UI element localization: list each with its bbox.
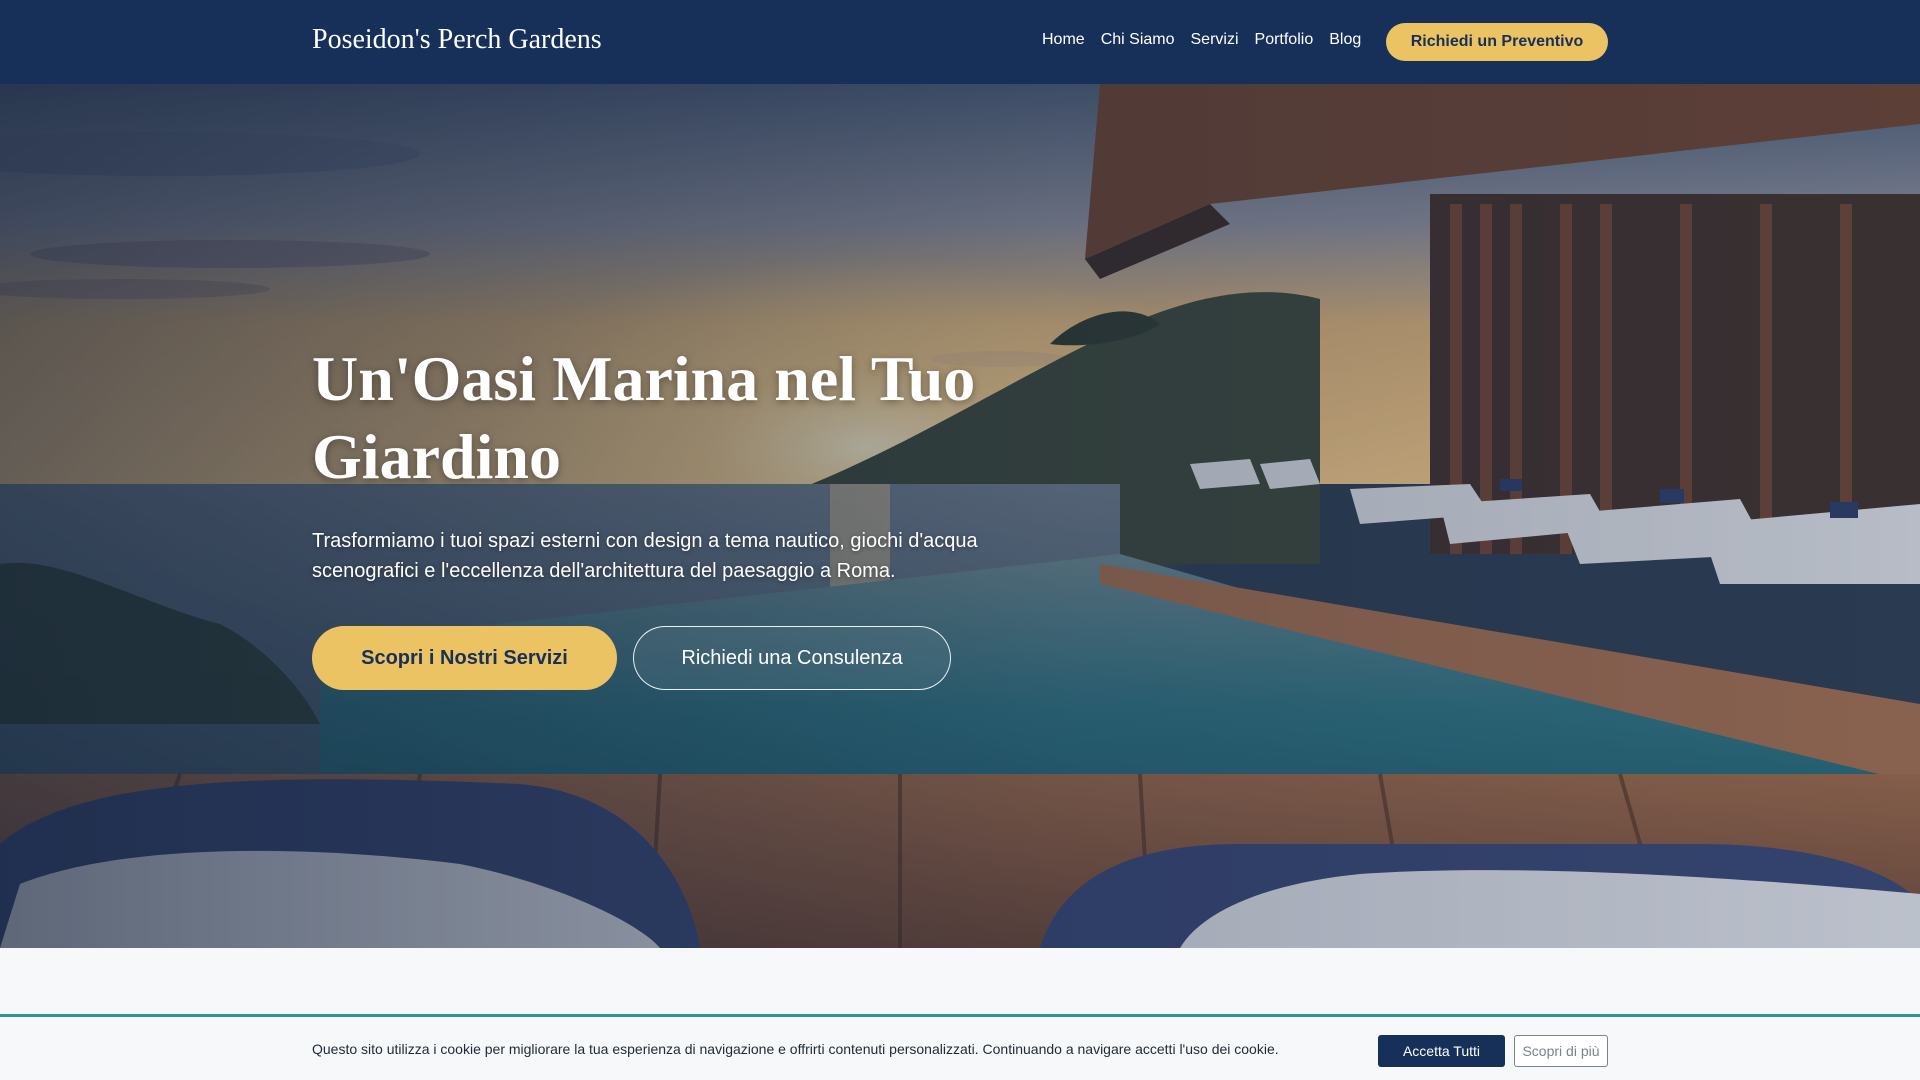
- cookie-banner: Questo sito utilizza i cookie per miglio…: [0, 1014, 1920, 1080]
- main-nav: Home Chi Siamo Servizi Portfolio Blog: [1042, 31, 1361, 49]
- nav-blog[interactable]: Blog: [1329, 31, 1361, 49]
- hero-title-line2: Giardino: [312, 421, 561, 492]
- hero-subtitle: Trasformiamo i tuoi spazi esterni con de…: [312, 526, 1012, 586]
- hero-content: Un'Oasi Marina nel Tuo Giardino Trasform…: [312, 340, 1052, 690]
- hero-subtitle-line1: Trasformiamo i tuoi spazi esterni con de…: [312, 530, 978, 552]
- nav-portfolio[interactable]: Portfolio: [1255, 31, 1314, 49]
- hero-title-line1: Un'Oasi Marina nel Tuo: [312, 343, 976, 414]
- discover-services-button[interactable]: Scopri i Nostri Servizi: [312, 626, 617, 690]
- nav-chi-siamo[interactable]: Chi Siamo: [1101, 31, 1175, 49]
- request-consultation-button[interactable]: Richiedi una Consulenza: [633, 626, 951, 690]
- brand-logo[interactable]: Poseidon's Perch Gardens: [312, 24, 602, 56]
- hero-actions: Scopri i Nostri Servizi Richiedi una Con…: [312, 626, 1052, 690]
- hero-subtitle-line2: scenografici e l'eccellenza dell'archite…: [312, 560, 896, 582]
- hero-section: Un'Oasi Marina nel Tuo Giardino Trasform…: [0, 84, 1920, 948]
- site-header: Poseidon's Perch Gardens Home Chi Siamo …: [0, 0, 1920, 84]
- request-quote-button[interactable]: Richiedi un Preventivo: [1386, 23, 1608, 61]
- nav-servizi[interactable]: Servizi: [1191, 31, 1239, 49]
- cookie-message: Questo sito utilizza i cookie per miglio…: [312, 1041, 1279, 1057]
- cookie-accept-button[interactable]: Accetta Tutti: [1378, 1035, 1505, 1067]
- nav-home[interactable]: Home: [1042, 31, 1085, 49]
- cookie-learn-more-button[interactable]: Scopri di più: [1514, 1035, 1608, 1067]
- hero-title: Un'Oasi Marina nel Tuo Giardino: [312, 340, 1052, 496]
